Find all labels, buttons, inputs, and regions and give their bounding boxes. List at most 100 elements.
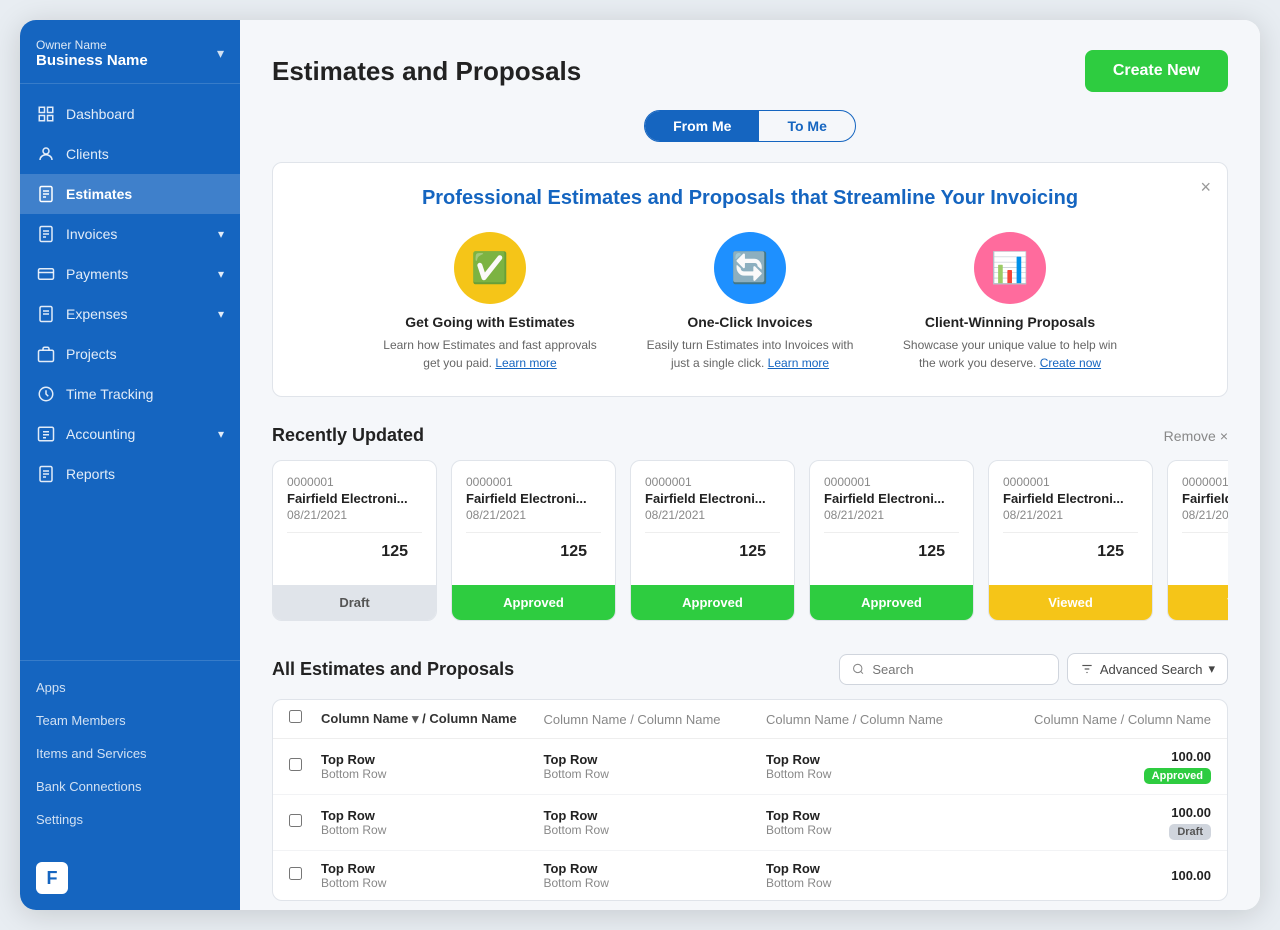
sidebar-item-settings[interactable]: Settings: [20, 803, 240, 836]
sidebar-header[interactable]: Owner Name Business Name ▾: [20, 20, 240, 84]
close-icon[interactable]: ×: [1200, 177, 1211, 198]
recently-updated-title: Recently Updated: [272, 425, 424, 446]
one-click-icon: 🔄: [714, 232, 786, 304]
row-col3: Top Row Bottom Row: [766, 808, 989, 837]
card-date: 08/21/2021: [287, 508, 422, 522]
card-date: 08/21/2021: [1003, 508, 1138, 522]
estimates-table: Column Name ▾ / Column Name Column Name …: [272, 699, 1228, 901]
promo-card-desc: Easily turn Estimates into Invoices with…: [640, 336, 860, 372]
card-client: Fairfield Electroni...: [466, 491, 601, 506]
row-checkbox[interactable]: [289, 758, 302, 771]
sidebar-item-estimates[interactable]: Estimates: [20, 174, 240, 214]
projects-icon: [36, 344, 56, 364]
promo-card-client-winning: 📊 Client-Winning Proposals Showcase your…: [900, 232, 1120, 372]
sidebar-item-projects[interactable]: Projects: [20, 334, 240, 374]
clients-icon: [36, 144, 56, 164]
chevron-down-icon: ▾: [218, 267, 224, 281]
card-body: 0000001 Fairfield Electroni... 08/21/202…: [452, 461, 615, 585]
sidebar-item-label: Expenses: [66, 306, 127, 322]
row-checkbox-wrap[interactable]: [289, 867, 321, 885]
sidebar-item-bank-connections[interactable]: Bank Connections: [20, 770, 240, 803]
create-now-link[interactable]: Create now: [1040, 356, 1101, 370]
sidebar-item-apps[interactable]: Apps: [20, 671, 240, 704]
chevron-down-icon: ▾: [218, 227, 224, 241]
invoices-icon: [36, 224, 56, 244]
estimate-card[interactable]: 0000001 Fairfield Electroni... 08/21/202…: [988, 460, 1153, 621]
card-date: 08/21/2021: [1182, 508, 1228, 522]
card-body: 0000001 Fairfield Electroni... 08/21/202…: [631, 461, 794, 585]
sidebar-item-label: Estimates: [66, 186, 132, 202]
estimate-card[interactable]: 0000001 Fairfield Electroni... 08/21/202…: [1167, 460, 1228, 621]
row-checkbox-wrap[interactable]: [289, 758, 321, 776]
card-amount: 125: [287, 543, 422, 571]
promo-banner: × Professional Estimates and Proposals t…: [272, 162, 1228, 397]
recent-cards: 0000001 Fairfield Electroni... 08/21/202…: [272, 460, 1228, 625]
tab-to-me[interactable]: To Me: [759, 111, 854, 141]
sidebar-item-label: Payments: [66, 266, 128, 282]
promo-card-title: One-Click Invoices: [640, 314, 860, 330]
card-date: 08/21/2021: [824, 508, 959, 522]
estimate-card[interactable]: 0000001 Fairfield Electroni... 08/21/202…: [809, 460, 974, 621]
promo-card-title: Client-Winning Proposals: [900, 314, 1120, 330]
all-estimates-section: All Estimates and Proposals Advanced Sea…: [272, 653, 1228, 901]
tabs-group: From Me To Me: [644, 110, 856, 142]
row-col4: 100.00 Approved: [989, 749, 1212, 784]
learn-more-link-1[interactable]: Learn more: [495, 356, 556, 370]
recently-updated-header: Recently Updated Remove ×: [272, 425, 1228, 446]
table-row[interactable]: Top Row Bottom Row Top Row Bottom Row To…: [273, 739, 1227, 795]
sidebar-item-payments[interactable]: Payments ▾: [20, 254, 240, 294]
estimate-card[interactable]: 0000001 Fairfield Electroni... 08/21/202…: [451, 460, 616, 621]
reports-icon: [36, 464, 56, 484]
card-body: 0000001 Fairfield Electroni... 08/21/202…: [810, 461, 973, 585]
col-header-3: Column Name / Column Name: [766, 712, 989, 727]
col-header-1[interactable]: Column Name ▾ / Column Name: [321, 711, 544, 727]
card-amount: 125: [824, 543, 959, 571]
sidebar-item-time-tracking[interactable]: Time Tracking: [20, 374, 240, 414]
search-bar: Advanced Search ▾: [839, 653, 1228, 685]
create-new-button[interactable]: Create New: [1085, 50, 1228, 92]
card-number: 0000001: [1003, 475, 1138, 489]
sidebar-item-label: Accounting: [66, 426, 135, 442]
row-checkbox-wrap[interactable]: [289, 814, 321, 832]
sidebar-item-items-services[interactable]: Items and Services: [20, 737, 240, 770]
search-input-wrap[interactable]: [839, 654, 1059, 685]
sidebar-item-team-members[interactable]: Team Members: [20, 704, 240, 737]
estimate-card[interactable]: 0000001 Fairfield Electroni... 08/21/202…: [630, 460, 795, 621]
estimate-card[interactable]: 0000001 Fairfield Electroni... 08/21/202…: [272, 460, 437, 621]
sidebar-item-label: Clients: [66, 146, 109, 162]
select-all-checkbox-wrap[interactable]: [289, 710, 321, 728]
tab-from-me[interactable]: From Me: [645, 111, 759, 141]
all-estimates-title: All Estimates and Proposals: [272, 659, 514, 680]
close-icon: ×: [1220, 428, 1228, 444]
sidebar-item-label: Reports: [66, 466, 115, 482]
select-all-checkbox[interactable]: [289, 710, 302, 723]
learn-more-link-2[interactable]: Learn more: [768, 356, 829, 370]
sidebar-item-label: Dashboard: [66, 106, 135, 122]
sidebar-item-label: Invoices: [66, 226, 117, 242]
payments-icon: [36, 264, 56, 284]
promo-card-desc: Showcase your unique value to help win t…: [900, 336, 1120, 372]
card-number: 0000001: [1182, 475, 1228, 489]
sidebar-item-accounting[interactable]: Accounting ▾: [20, 414, 240, 454]
sidebar-item-invoices[interactable]: Invoices ▾: [20, 214, 240, 254]
row-checkbox[interactable]: [289, 814, 302, 827]
expenses-icon: [36, 304, 56, 324]
chevron-down-icon: ▾: [217, 45, 224, 62]
card-amount: 125: [1003, 543, 1138, 571]
row-checkbox[interactable]: [289, 867, 302, 880]
remove-button[interactable]: Remove ×: [1164, 428, 1228, 444]
chevron-down-icon: ▾: [218, 427, 224, 441]
table-row[interactable]: Top Row Bottom Row Top Row Bottom Row To…: [273, 851, 1227, 900]
advanced-search-button[interactable]: Advanced Search ▾: [1067, 653, 1228, 685]
sidebar-item-dashboard[interactable]: Dashboard: [20, 94, 240, 134]
search-input[interactable]: [872, 662, 1045, 677]
sidebar-item-clients[interactable]: Clients: [20, 134, 240, 174]
row-col1: Top Row Bottom Row: [321, 808, 544, 837]
sidebar-item-reports[interactable]: Reports: [20, 454, 240, 494]
search-icon: [852, 662, 865, 676]
table-row[interactable]: Top Row Bottom Row Top Row Bottom Row To…: [273, 795, 1227, 851]
sidebar-item-expenses[interactable]: Expenses ▾: [20, 294, 240, 334]
freshbooks-logo: F: [36, 862, 68, 894]
sidebar-bottom-links: Apps Team Members Items and Services Ban…: [20, 660, 240, 846]
card-amount: 125: [1182, 543, 1228, 571]
